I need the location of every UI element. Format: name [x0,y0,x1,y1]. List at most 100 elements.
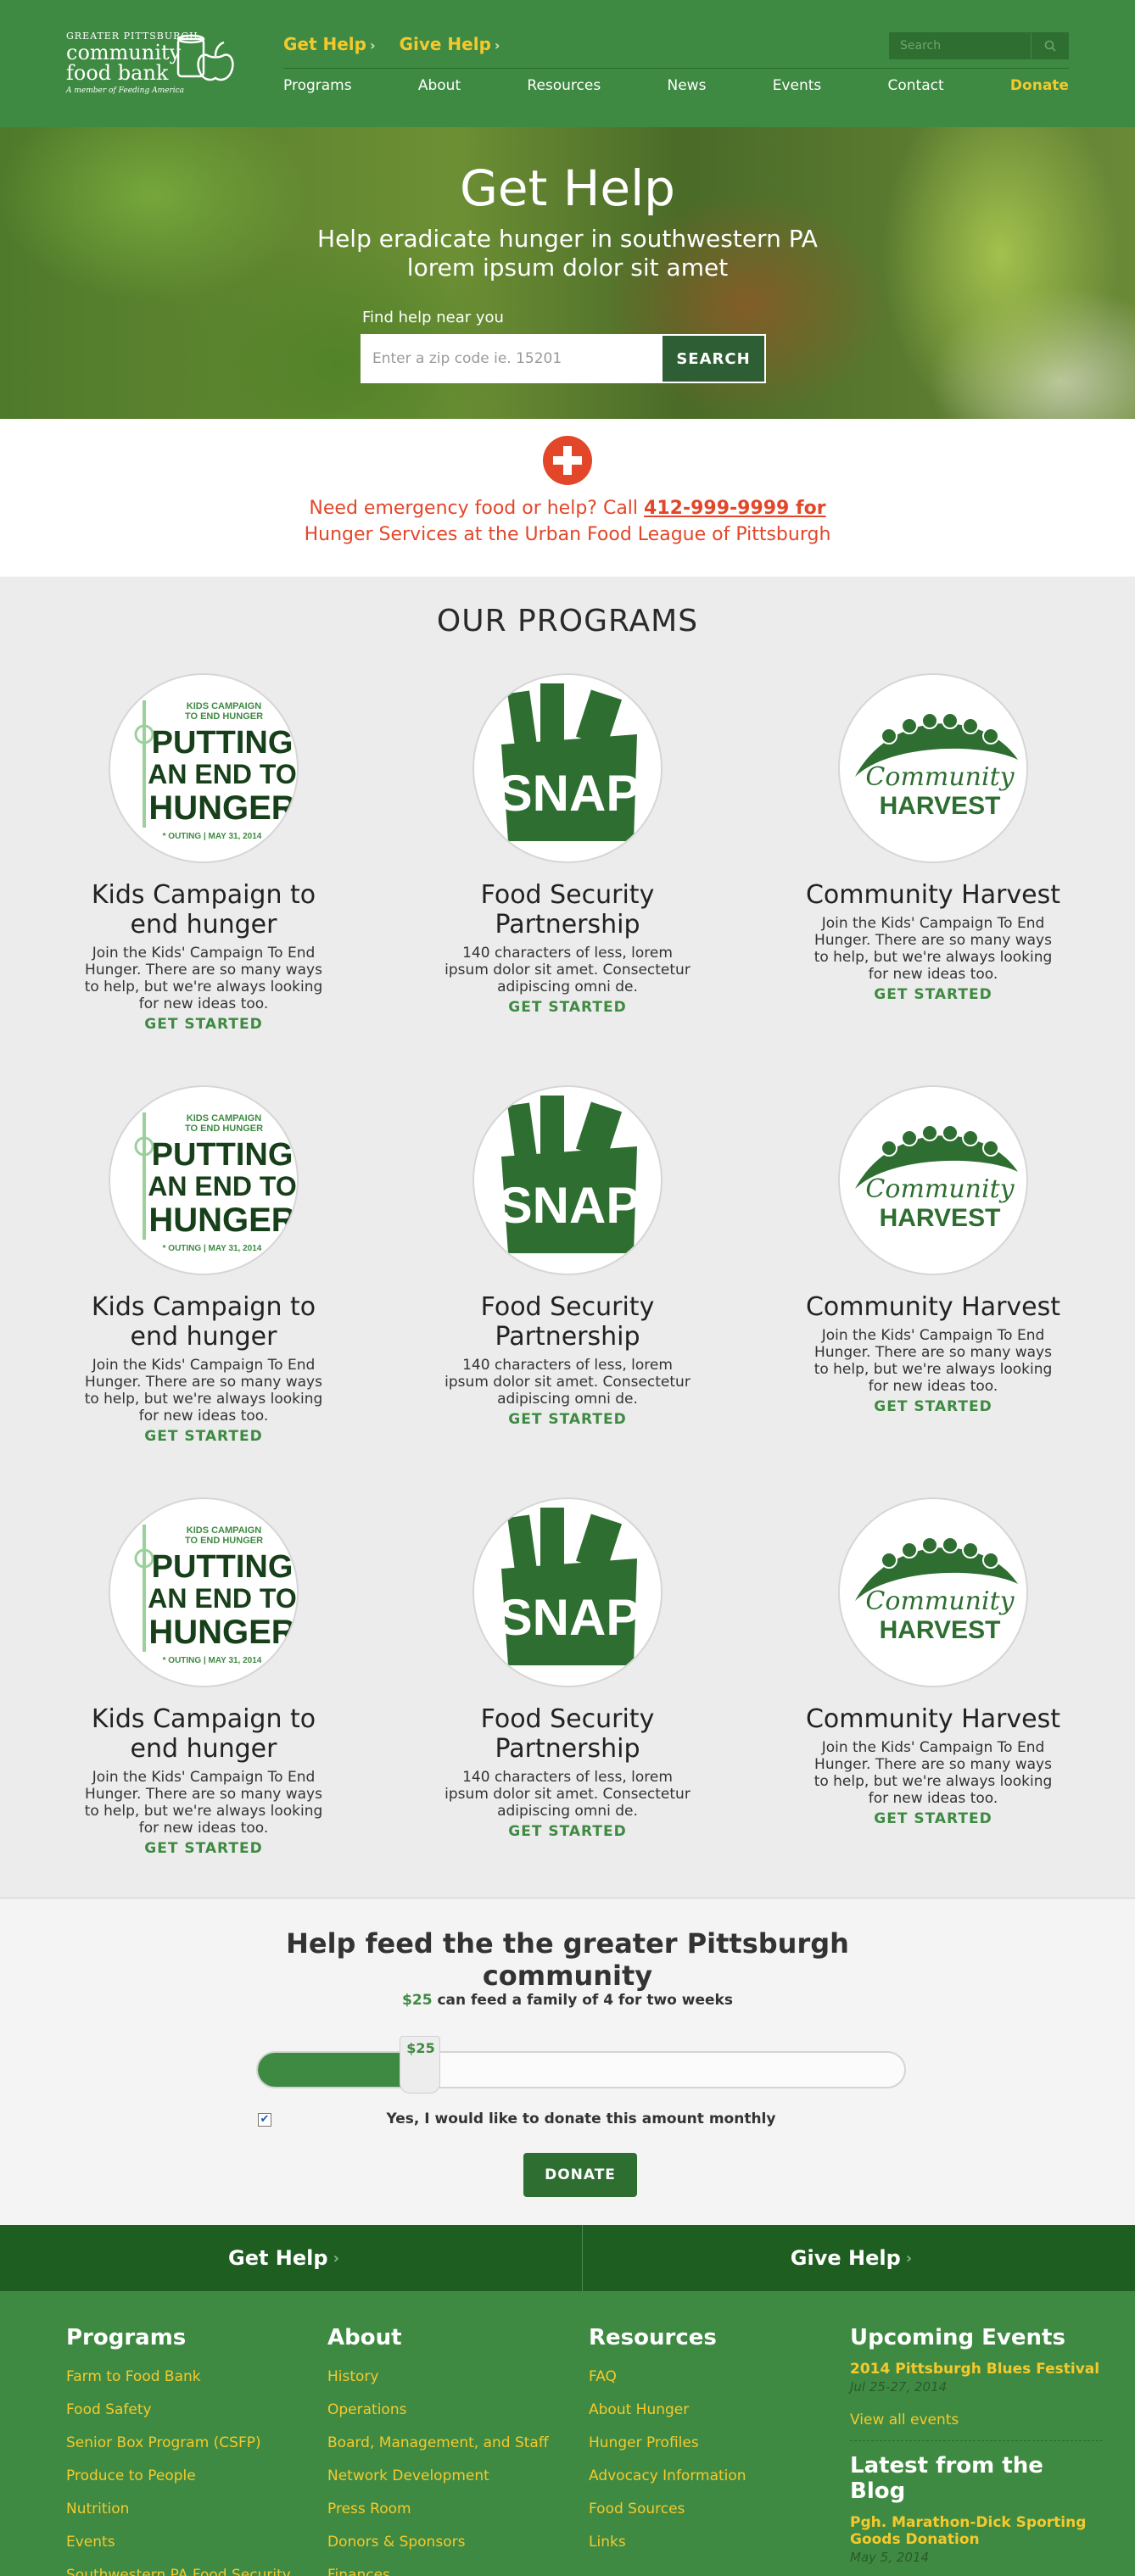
monthly-donation-checkbox[interactable]: ✔ [258,2113,271,2127]
site-logo[interactable]: GREATER PITTSBURGH community food bank A… [66,31,244,103]
toplink-give-help[interactable]: Give Help › [400,34,500,54]
footer-link[interactable]: Events [66,2526,312,2559]
kids-logo-line4: AN END TO [148,759,296,789]
program-card-kids: KIDS CAMPAIGN TO END HUNGER PUTTING AN E… [68,1497,339,1857]
zip-search-button[interactable]: SEARCH [663,336,764,382]
monthly-donation-label[interactable]: Yes, I would like to donate this amount … [256,2110,906,2127]
toplink-get-help[interactable]: Get Help › [283,34,376,54]
search-input[interactable] [890,33,1031,59]
kids-campaign-logo[interactable]: KIDS CAMPAIGN TO END HUNGER PUTTING AN E… [109,673,299,863]
nav-divider [283,68,1069,69]
band-give-help-label: Give Help [790,2246,901,2270]
monthly-donation-option: Yes, I would like to donate this amount … [256,2110,906,2131]
footer-link[interactable]: Network Development [327,2460,573,2493]
nav-resources[interactable]: Resources [527,77,601,94]
program-title: Food Security Partnership [480,1292,655,1352]
donate-button[interactable]: DONATE [523,2153,637,2197]
hero-subtitle-line2: lorem ipsum dolor sit amet [406,254,729,282]
community-harvest-logo[interactable]: Community HARVEST [838,1497,1028,1687]
program-title: Kids Campaign to end hunger [91,1292,316,1352]
footer-link[interactable]: Produce to People [66,2460,312,2493]
band-give-help-link[interactable]: Give Help › [568,2225,1135,2291]
nav-contact[interactable]: Contact [888,77,944,94]
donate-heading-line2: community [482,1960,653,1992]
community-harvest-logo[interactable]: Community HARVEST [838,673,1028,863]
zip-code-input[interactable] [362,336,664,382]
program-description: Join the Kids' Campaign To End Hunger. T… [84,945,323,1012]
emergency-text: Need emergency food or help? Call [309,498,645,519]
get-started-link[interactable]: GET STARTED [432,999,703,1016]
footer-link[interactable]: Advocacy Information [589,2460,835,2493]
nav-news[interactable]: News [667,77,706,94]
blog-post-link[interactable]: Pgh. Marathon-Dick Sporting Goods Donati… [850,2514,1103,2548]
search-button[interactable] [1031,33,1068,59]
band-get-help-link[interactable]: Get Help › [0,2225,568,2291]
footer-resources-column: Resources FAQ About Hunger Hunger Profil… [589,2325,835,2559]
snap-logo[interactable]: SNAP [472,1497,663,1687]
footer-link[interactable]: History [327,2361,573,2394]
donation-slider[interactable]: $25 [256,2036,906,2094]
footer-link[interactable]: Finances [327,2559,573,2576]
nav-events[interactable]: Events [773,77,822,94]
kids-logo-line6: * OUTING | MAY 31, 2014 [163,832,262,841]
page-title: Get Help [459,159,676,217]
footer-link[interactable]: Donors & Sponsors [327,2526,573,2559]
chevron-right-icon: › [333,2249,339,2267]
program-card-kids: KIDS CAMPAIGN TO END HUNGER PUTTING AN E… [68,1085,339,1445]
nav-donate[interactable]: Donate [1010,77,1069,94]
emergency-plus-icon [543,436,592,485]
footer-link[interactable]: Southwestern PA Food Security [66,2559,312,2576]
kids-logo-line5: HUNGER [148,1614,295,1651]
kids-logo-line1: KIDS CAMPAIGN [187,701,261,711]
snap-bag-art: SNAP [499,683,640,841]
footer-link[interactable]: Press Room [327,2493,573,2526]
program-card-kids: KIDS CAMPAIGN TO END HUNGER PUTTING AN E… [68,673,339,1033]
get-started-link[interactable]: GET STARTED [797,1810,1069,1827]
event-title-link[interactable]: 2014 Pittsburgh Blues Festival [850,2361,1103,2378]
footer-events-heading: Upcoming Events [850,2325,1065,2350]
program-title: Community Harvest [805,1704,1061,1734]
nav-about[interactable]: About [418,77,461,94]
donate-heading-line1: Help feed the the greater Pittsburgh [286,1927,849,1960]
snap-logo[interactable]: SNAP [472,1085,663,1275]
footer-link[interactable]: Food Safety [66,2394,312,2427]
kids-logo-line2: TO END HUNGER [185,1124,263,1134]
donation-slider-handle[interactable]: $25 [400,2036,440,2094]
footer-link[interactable]: Senior Box Program (CSFP) [66,2427,312,2460]
snap-bag-art: SNAP [499,1096,640,1253]
nav-programs[interactable]: Programs [283,77,352,94]
program-description: 140 characters of less, lorem ipsum dolo… [444,1769,691,1820]
program-title: Kids Campaign to end hunger [91,1704,316,1764]
snap-logo[interactable]: SNAP [472,673,663,863]
footer-link[interactable]: Hunger Profiles [589,2427,835,2460]
footer-link[interactable]: Links [589,2526,835,2559]
footer-link[interactable]: FAQ [589,2361,835,2394]
toplink-get-help-label: Get Help [283,34,366,54]
footer-link[interactable]: Food Sources [589,2493,835,2526]
get-started-link[interactable]: GET STARTED [432,1411,703,1428]
get-started-link[interactable]: GET STARTED [68,1840,339,1857]
emergency-phone-link[interactable]: 412-999-9999 for [644,498,826,519]
footer-link[interactable]: About Hunger [589,2394,835,2427]
get-started-link[interactable]: GET STARTED [68,1016,339,1033]
program-title: Kids Campaign to end hunger [91,880,316,940]
kids-campaign-logo[interactable]: KIDS CAMPAIGN TO END HUNGER PUTTING AN E… [109,1085,299,1275]
site-header: GREATER PITTSBURGH community food bank A… [0,0,1135,127]
footer-link[interactable]: Farm to Food Bank [66,2361,312,2394]
program-title: Food Security Partnership [480,1704,655,1764]
snap-logo-text: SNAP [499,765,640,822]
view-all-events-link[interactable]: View all events [850,2412,1103,2428]
footer-link[interactable]: Board, Management, and Staff [327,2427,573,2460]
community-harvest-logo[interactable]: Community HARVEST [838,1085,1028,1275]
hero-subtitle: Help eradicate hunger in southwestern PA… [0,225,1135,282]
footer-link[interactable]: Nutrition [66,2493,312,2526]
programs-section: OUR PROGRAMS KIDS CAMPAIGN TO END HUNGER… [0,577,1135,1898]
get-started-link[interactable]: GET STARTED [797,986,1069,1003]
kids-campaign-logo[interactable]: KIDS CAMPAIGN TO END HUNGER PUTTING AN E… [109,1497,299,1687]
get-started-link[interactable]: GET STARTED [432,1823,703,1840]
get-started-link[interactable]: GET STARTED [68,1428,339,1445]
footer-link[interactable]: Operations [327,2394,573,2427]
get-started-link[interactable]: GET STARTED [797,1398,1069,1415]
find-help-label: Find help near you [362,309,504,326]
site-footer: Programs Farm to Food Bank Food Safety S… [0,2291,1135,2576]
